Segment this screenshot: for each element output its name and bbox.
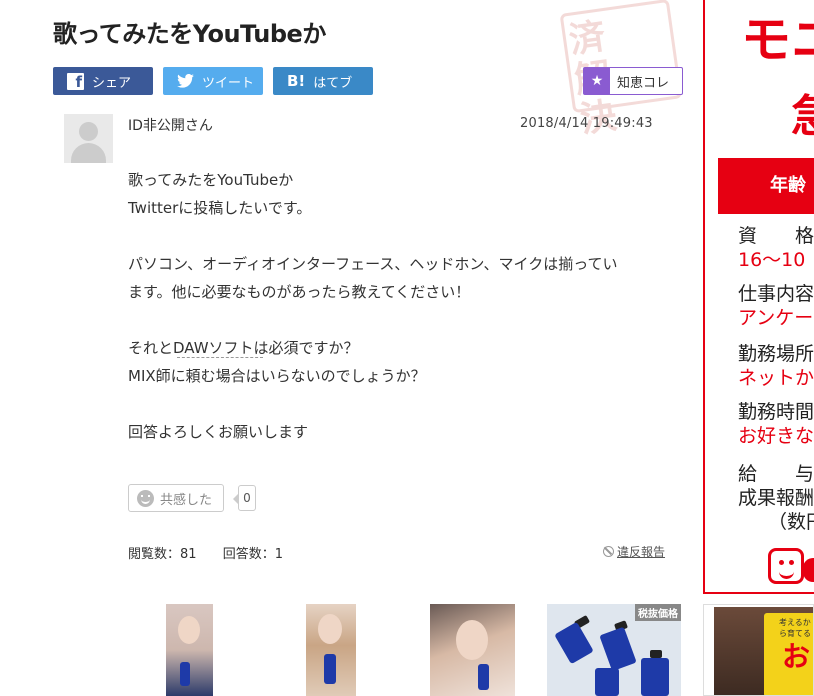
product-thumbnail[interactable]	[166, 604, 213, 696]
ad-row: 給 与 成果報酬 （数円	[738, 463, 814, 533]
smile-icon	[137, 489, 154, 507]
product-thumbnail[interactable]: 税抜価格	[547, 604, 681, 696]
report-label: 違反報告	[617, 545, 666, 559]
tax-price-badge: 税抜価格	[635, 604, 681, 621]
side-advertisement[interactable]: モニ 急 年齢 資 格16〜10 仕事内容アンケー 勤務場所ネットか 勤務時間お…	[703, 0, 814, 594]
empathy-count: 0	[233, 485, 256, 511]
chie-collection-button[interactable]: ★ 知恵コレ	[583, 67, 683, 95]
book-advertisement[interactable]: 考えるから育てる お	[703, 604, 814, 696]
empathy-label: 共感した	[160, 492, 213, 508]
body-line: 回答よろしくお願いします	[128, 423, 309, 441]
ad-headline-2: 急	[791, 80, 814, 144]
ad-row: 資 格 16〜10	[738, 225, 814, 271]
book-title: お	[782, 640, 811, 673]
ad-row: 勤務時間 お好きな	[738, 401, 814, 447]
report-link[interactable]: 違反報告	[603, 543, 665, 560]
product-thumbnail[interactable]	[430, 604, 515, 696]
ad-row: 仕事内容 アンケー	[738, 283, 814, 329]
body-line: Twitterに投稿したいです。	[128, 199, 312, 217]
twitter-share-label: ツイート	[202, 75, 255, 91]
facebook-share-button[interactable]: f シェア	[53, 67, 153, 95]
facebook-share-label: シェア	[92, 75, 132, 91]
ad-logo-icon	[768, 548, 804, 584]
ad-headline: モニ	[741, 11, 814, 69]
product-thumbnail[interactable]	[306, 604, 356, 696]
resolved-stamp-icon: 済解決	[559, 0, 683, 141]
view-count: 閲覧数：81	[128, 547, 197, 562]
question-body: 歌ってみたをYouTubeか Twitterに投稿したいです。 パソコン、オーデ…	[128, 166, 668, 446]
ban-icon	[603, 546, 614, 557]
dictionary-link-underline[interactable]	[177, 357, 263, 358]
chie-collection-label: 知恵コレ	[617, 75, 670, 91]
avatar	[64, 114, 113, 163]
body-line	[128, 222, 668, 250]
body-line: パソコン、オーディオインターフェース、ヘッドホン、マイクは揃ってい	[128, 255, 618, 273]
body-line	[128, 306, 668, 334]
twitter-bird-icon	[177, 74, 194, 88]
user-name: ID非公開さん	[128, 118, 213, 134]
ad-banner: 年齢	[718, 158, 814, 214]
body-line: ます。他に必要なものがあったら教えてください！	[128, 283, 471, 301]
facebook-icon: f	[67, 72, 84, 90]
post-timestamp: 2018/4/14 19:49:43	[520, 116, 653, 131]
body-line: MIX師に頼む場合はいらないのでしょうか？	[128, 367, 426, 385]
empathy-button[interactable]: 共感した	[128, 484, 224, 512]
ad-logo-mark-icon	[803, 558, 814, 582]
body-line: 歌ってみたをYouTubeか	[128, 171, 294, 189]
question-stats: 閲覧数：81 回答数：1	[128, 543, 305, 562]
ad-row: 勤務場所 ネットか	[738, 343, 814, 389]
hatena-bookmark-button[interactable]: B! はてブ	[273, 67, 373, 95]
question-title: 歌ってみたをYouTubeか	[53, 20, 326, 48]
answer-count: 回答数：1	[222, 547, 283, 562]
hatena-label: はてブ	[313, 75, 353, 91]
body-line	[128, 390, 668, 418]
star-icon: ★	[584, 68, 610, 94]
hatena-icon: B!	[287, 72, 306, 90]
twitter-share-button[interactable]: ツイート	[163, 67, 263, 95]
